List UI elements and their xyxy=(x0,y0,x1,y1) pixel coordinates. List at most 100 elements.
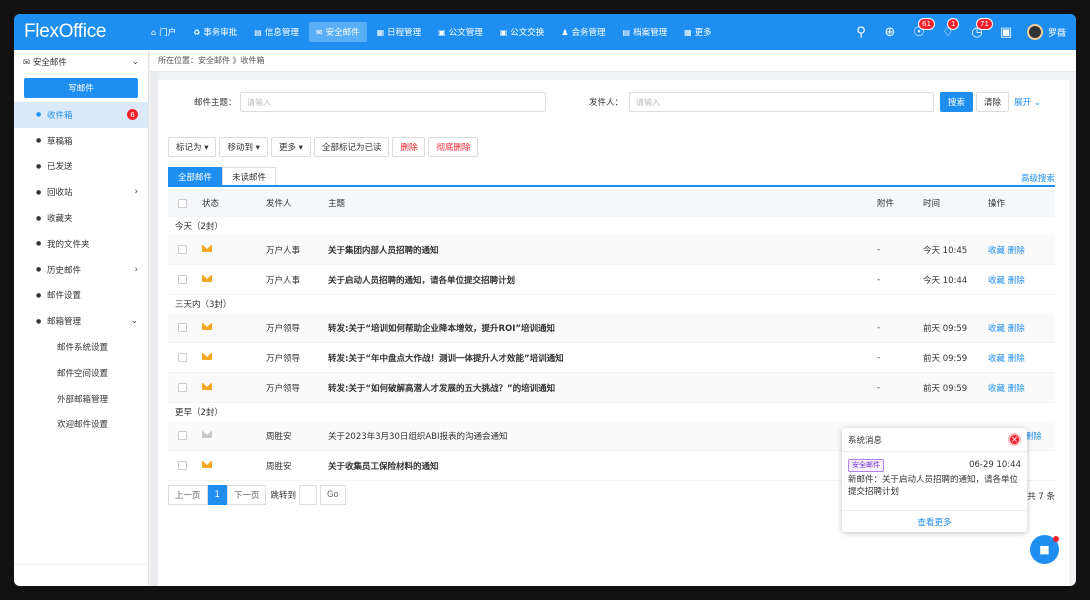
sidebar-item-4[interactable]: ● 收藏夹 xyxy=(14,205,148,231)
nav-icon: ♟ xyxy=(561,27,569,37)
row-subject[interactable]: 转发:关于“年中盘点大作战！测训一体提升人才效能”培训通知 xyxy=(328,352,877,364)
row-subject[interactable]: 转发:关于“培训如何帮助企业降本增效，提升ROI”培训通知 xyxy=(328,322,877,334)
table-row[interactable]: 万户领导 转发:关于“年中盘点大作战！测训一体提升人才效能”培训通知 - 前天 09:… xyxy=(168,343,1055,373)
row-delete-link[interactable]: 删除 xyxy=(1008,246,1025,256)
mark-all-read-button[interactable]: 全部标记为已读 xyxy=(313,137,390,157)
row-subject[interactable]: 关于收集员工保险材料的通知 xyxy=(328,460,877,472)
tab-all-mail[interactable]: 全部邮件 xyxy=(168,167,223,185)
nav-item-8[interactable]: ▤ 档案管理 xyxy=(616,22,675,42)
subject-input[interactable]: 请输入 xyxy=(240,92,546,112)
more-dropdown[interactable]: 更多 ▾ xyxy=(270,137,311,157)
bell-icon[interactable]: ♢ 1 xyxy=(940,17,960,40)
row-checkbox[interactable] xyxy=(177,461,187,470)
sidebar-item-8[interactable]: ● 邮箱管理 ⌄ xyxy=(14,308,148,334)
sidebar-item-5[interactable]: ● 我的文件夹 xyxy=(14,231,148,257)
sidebar-item-6[interactable]: ● 历史邮件 › xyxy=(14,257,148,283)
row-attachment: - xyxy=(877,244,881,255)
row-subject[interactable]: 关于2023年3月30日组织ABI报表的沟通会通知 xyxy=(328,430,877,442)
sidebar-item-7[interactable]: ● 邮件设置 xyxy=(14,283,148,309)
sidebar-item-1[interactable]: ● 草稿箱 xyxy=(14,128,148,154)
sidebar-collapse-bar[interactable] xyxy=(14,564,149,586)
row-subject[interactable]: 关于启动人员招聘的通知，请各单位提交招聘计划 xyxy=(328,274,877,286)
delete-button[interactable]: 删除 xyxy=(392,137,426,157)
sidebar-item-0[interactable]: ● 收件箱 6 xyxy=(14,102,148,128)
table-row[interactable]: 万户领导 转发:关于“如何破解高潜人才发展的五大挑战？”的培训通知 - 前天 09:5… xyxy=(168,373,1055,403)
table-row[interactable]: 万户人事 关于启动人员招聘的通知，请各单位提交招聘计划 - 今天 10:44 收藏 删除 xyxy=(168,265,1055,295)
favorite-link[interactable]: 收藏 xyxy=(988,324,1005,334)
select-all-checkbox[interactable] xyxy=(177,198,187,208)
sidebar-section-header[interactable]: ✉ 安全邮件 ⌄ xyxy=(14,50,148,74)
row-checkbox[interactable] xyxy=(177,323,187,332)
row-checkbox[interactable] xyxy=(177,245,187,254)
page-number-current[interactable]: 1 xyxy=(207,485,227,505)
nav-item-9[interactable]: ▦ 更多 xyxy=(677,22,719,42)
row-delete-link[interactable]: 删除 xyxy=(1008,324,1025,334)
table-row[interactable]: 万户人事 关于集团内部人员招聘的通知 - 今天 10:45 收藏 删除 xyxy=(168,235,1055,265)
sidebar-subitem-2[interactable]: 外部邮箱管理 xyxy=(14,386,148,412)
search-icon[interactable]: ⚲ xyxy=(853,25,869,40)
sidebar-toggle-strip[interactable] xyxy=(150,72,158,586)
row-checkbox[interactable] xyxy=(177,275,187,284)
pagination: 上一页 1 下一页 跳转到 Go xyxy=(168,485,346,505)
search-button[interactable]: 搜索 xyxy=(940,92,974,112)
advanced-search-link[interactable]: 高级搜索 xyxy=(1021,172,1055,184)
row-delete-link[interactable]: 删除 xyxy=(1008,354,1025,364)
go-button[interactable]: Go xyxy=(319,485,346,505)
row-checkbox[interactable] xyxy=(177,431,187,440)
nav-item-6[interactable]: ▣ 公文交换 xyxy=(493,22,552,42)
favorite-link[interactable]: 收藏 xyxy=(988,354,1005,364)
prev-page-button[interactable]: 上一页 xyxy=(168,485,208,505)
nav-label: 档案管理 xyxy=(633,28,668,38)
row-checkbox[interactable] xyxy=(177,353,187,362)
view-more-link[interactable]: 查看更多 xyxy=(917,516,951,528)
chat-unread-dot xyxy=(1053,536,1059,542)
nav-item-2[interactable]: ▤ 信息管理 xyxy=(247,22,306,42)
row-subject[interactable]: 关于集团内部人员招聘的通知 xyxy=(328,244,877,256)
close-icon[interactable]: × xyxy=(1008,433,1021,446)
clock-badge: 71 xyxy=(975,17,993,30)
next-page-button[interactable]: 下一页 xyxy=(226,485,267,505)
row-sender: 万户人事 xyxy=(266,245,301,256)
notification-body[interactable]: 新邮件：关于启动人员招聘的通知，请各单位提交招聘计划 xyxy=(848,474,1021,498)
task-icon[interactable]: ☉ 61 xyxy=(911,17,935,40)
add-circle-icon[interactable]: ⊕ xyxy=(882,25,898,40)
nav-item-4[interactable]: ▦ 日程管理 xyxy=(370,22,429,42)
favorite-link[interactable]: 收藏 xyxy=(988,246,1005,256)
clear-button[interactable]: 清除 xyxy=(976,92,1010,112)
notification-time: 06-29 10:44 xyxy=(969,460,1021,470)
row-checkbox[interactable] xyxy=(177,383,187,392)
favorite-link[interactable]: 收藏 xyxy=(988,276,1005,286)
nav-item-5[interactable]: ▣ 公文管理 xyxy=(431,22,490,42)
calendar-icon[interactable]: ▣ xyxy=(998,25,1014,40)
sidebar-subitem-3[interactable]: 欢迎邮件设置 xyxy=(14,412,148,438)
nav-item-1[interactable]: ♻ 事务审批 xyxy=(186,22,244,42)
row-delete-link[interactable]: 删除 xyxy=(1025,432,1042,442)
sidebar-subitem-0[interactable]: 邮件系统设置 xyxy=(14,334,148,360)
row-delete-link[interactable]: 删除 xyxy=(1008,276,1025,286)
mark-as-dropdown[interactable]: 标记为 ▾ xyxy=(168,137,217,157)
sidebar-subitem-1[interactable]: 邮件空间设置 xyxy=(14,360,148,386)
chevron-icon: › xyxy=(134,187,138,198)
nav-item-7[interactable]: ♟ 会务管理 xyxy=(554,22,612,42)
move-to-dropdown[interactable]: 移动到 ▾ xyxy=(219,137,268,157)
nav-item-3[interactable]: ✉ 安全邮件 xyxy=(308,22,367,42)
nav-icon: ▤ xyxy=(254,27,262,37)
table-row[interactable]: 万户领导 转发:关于“培训如何帮助企业降本增效，提升ROI”培训通知 - 前天 09:… xyxy=(168,313,1055,343)
bullet-icon: ● xyxy=(36,137,42,145)
permanent-delete-button[interactable]: 彻底删除 xyxy=(428,137,479,157)
clock-icon[interactable]: ◷ 71 xyxy=(969,17,993,40)
expand-link[interactable]: 展开 ⌄ xyxy=(1014,96,1041,108)
nav-item-0[interactable]: ⌂ 门户 xyxy=(144,22,183,42)
chat-button[interactable]: ■ xyxy=(1030,535,1059,564)
tab-unread-mail[interactable]: 未读邮件 xyxy=(222,167,277,185)
row-delete-link[interactable]: 删除 xyxy=(1008,384,1025,394)
row-subject[interactable]: 转发:关于“如何破解高潜人才发展的五大挑战？”的培训通知 xyxy=(328,382,877,394)
favorite-link[interactable]: 收藏 xyxy=(988,384,1005,394)
compose-button[interactable]: 写邮件 xyxy=(24,78,138,98)
user-menu[interactable]: 罗薇 xyxy=(1026,24,1066,40)
jump-page-input[interactable] xyxy=(298,485,317,505)
sidebar-item-label: 历史邮件 xyxy=(47,265,82,276)
sidebar-item-3[interactable]: ● 回收站 › xyxy=(14,179,148,205)
sidebar-item-2[interactable]: ● 已发送 xyxy=(14,154,148,180)
sender-input[interactable]: 请输入 xyxy=(629,92,934,112)
